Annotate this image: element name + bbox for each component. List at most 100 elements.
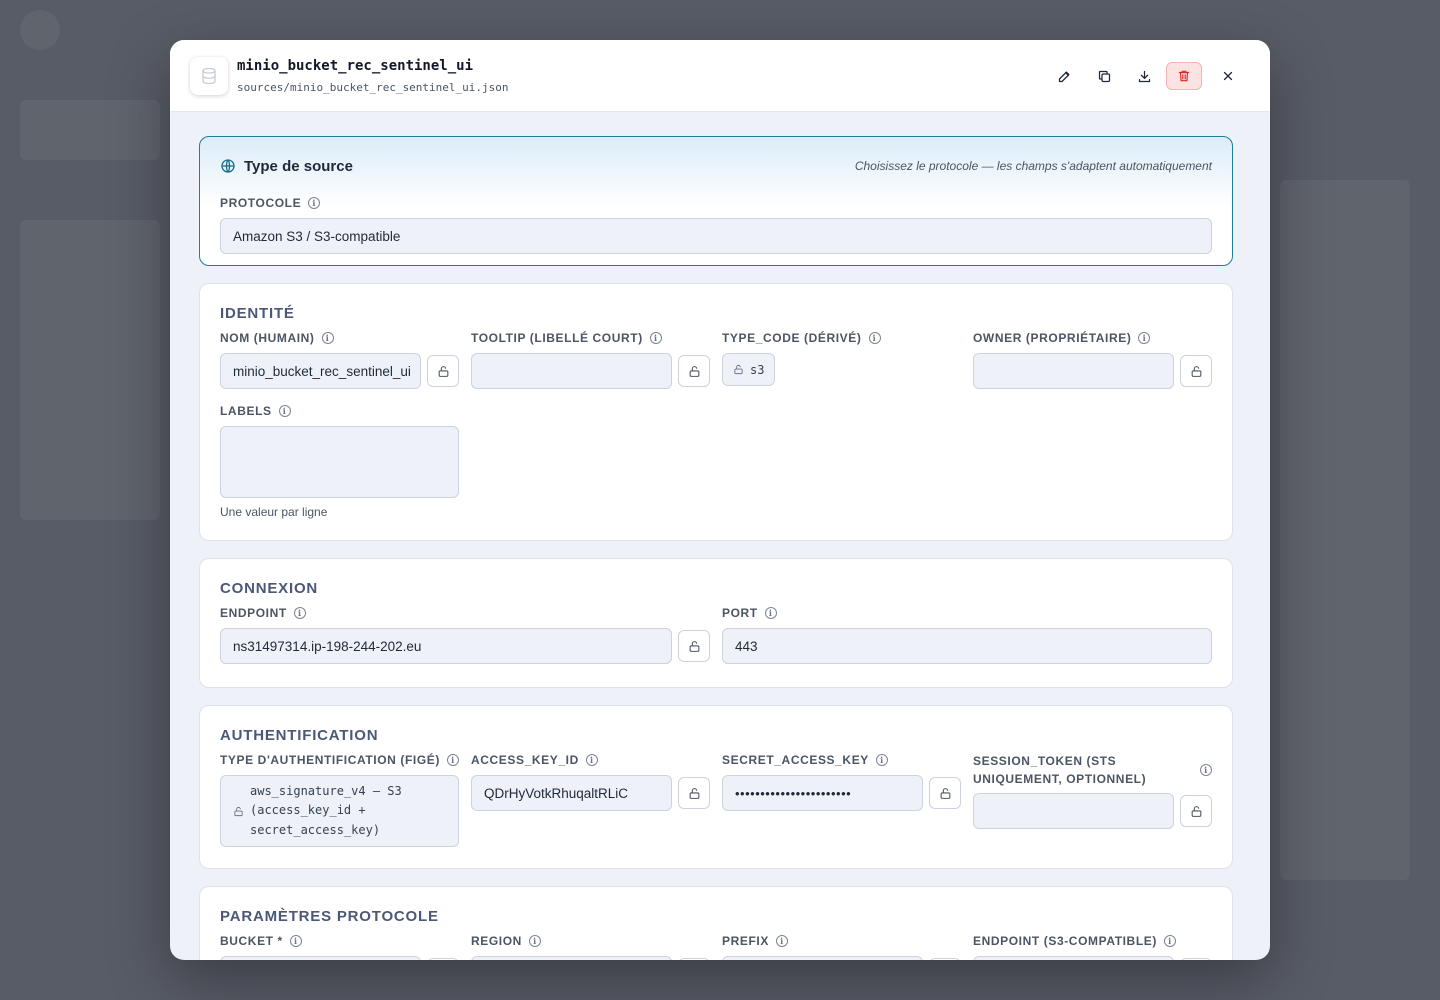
session-token-lock-button[interactable] — [1180, 795, 1212, 827]
info-icon[interactable]: i — [585, 754, 598, 766]
access-key-label: ACCESS_KEY_ID i — [471, 752, 710, 768]
secret-key-label: SECRET_ACCESS_KEY i — [722, 752, 961, 768]
labels-label: LABELS i — [220, 403, 1212, 419]
info-icon[interactable]: i — [1163, 935, 1176, 947]
info-icon[interactable]: i — [868, 332, 881, 344]
modal-body: Type de source Choisissez le protocole —… — [170, 112, 1270, 960]
edit-icon — [1058, 71, 1069, 82]
session-token-label-line: SESSION_TOKEN (STS — [973, 754, 1117, 768]
labels-textarea[interactable] — [220, 426, 459, 498]
type-code-chip: s3 — [722, 353, 776, 386]
name-label-text: NOM (HUMAIN) — [220, 331, 315, 345]
name-input[interactable]: minio_bucket_rec_sentinel_ui — [220, 353, 421, 389]
prefix-field-group: PREFIX i — [722, 933, 961, 960]
port-field-group: PORT i 443 — [722, 605, 1212, 664]
info-icon[interactable]: i — [1200, 764, 1212, 776]
secret-key-row: ••••••••••••••••••••••• — [722, 775, 961, 811]
delete-button[interactable] — [1166, 62, 1202, 90]
labels-label-text: LABELS — [220, 404, 272, 418]
type-code-value: s3 — [750, 362, 765, 377]
access-key-lock-button[interactable] — [678, 777, 710, 809]
type-code-field-group: TYPE_CODE (DÉRIVÉ) i s3 — [722, 330, 961, 389]
prefix-label-text: PREFIX — [722, 934, 769, 948]
copy-icon — [1098, 70, 1110, 82]
secret-key-label-text: SECRET_ACCESS_KEY — [722, 753, 869, 767]
info-icon[interactable]: i — [321, 332, 334, 344]
info-icon[interactable]: i — [278, 405, 291, 417]
info-icon[interactable]: i — [875, 754, 888, 766]
port-input[interactable]: 443 — [722, 628, 1212, 664]
modal-header: minio_bucket_rec_sentinel_ui sources/min… — [170, 40, 1270, 112]
region-label-text: REGION — [471, 934, 522, 948]
protocol-label: PROTOCOLE i — [220, 195, 1212, 211]
type-code-label: TYPE_CODE (DÉRIVÉ) i — [722, 330, 961, 346]
prefix-input[interactable] — [722, 956, 923, 960]
tooltip-row — [471, 353, 710, 389]
access-key-input[interactable]: QDrHyVotkRhuqaltRLiC — [471, 775, 672, 811]
owner-input[interactable] — [973, 353, 1174, 389]
protocol-params-card: PARAMÈTRES PROTOCOLE BUCKET * i REGION i P… — [199, 886, 1233, 960]
owner-lock-button[interactable] — [1180, 355, 1212, 387]
endpoint-lock-button[interactable] — [678, 630, 710, 662]
unlock-icon — [689, 365, 699, 377]
edit-button[interactable] — [1046, 62, 1082, 90]
session-token-label: SESSION_TOKEN (STS UNIQUEMENT, OPTIONNEL… — [973, 752, 1212, 788]
source-editor-modal: minio_bucket_rec_sentinel_ui sources/min… — [170, 40, 1270, 960]
authentication-title: AUTHENTIFICATION — [220, 727, 379, 744]
secret-key-lock-button[interactable] — [929, 777, 961, 809]
background-avatar — [20, 10, 60, 50]
s3-endpoint-label-text: ENDPOINT (S3-COMPATIBLE) — [973, 934, 1157, 948]
info-icon[interactable]: i — [764, 607, 777, 619]
region-input[interactable] — [471, 956, 672, 960]
unlock-icon — [689, 640, 699, 652]
protocol-params-title: PARAMÈTRES PROTOCOLE — [220, 908, 439, 925]
protocol-label-text: PROTOCOLE — [220, 196, 302, 210]
authentication-card: AUTHENTIFICATION TYPE D'AUTHENTIFICATION… — [199, 705, 1233, 869]
info-icon[interactable]: i — [649, 332, 662, 344]
type-code-label-text: TYPE_CODE (DÉRIVÉ) — [722, 331, 862, 345]
session-token-input[interactable] — [973, 793, 1174, 829]
secret-key-field-group: SECRET_ACCESS_KEY i •••••••••••••••••••••… — [722, 752, 961, 847]
name-lock-button[interactable] — [427, 355, 459, 387]
bucket-input[interactable] — [220, 956, 421, 960]
unlock-icon — [1191, 805, 1201, 817]
secret-key-input[interactable]: ••••••••••••••••••••••• — [722, 775, 923, 811]
bucket-lock-button[interactable] — [427, 958, 459, 960]
info-icon[interactable]: i — [293, 607, 306, 619]
info-icon[interactable]: i — [528, 935, 541, 947]
bucket-field-group: BUCKET * i — [220, 933, 459, 960]
auth-type-field-group: TYPE D'AUTHENTIFICATION (FIGÉ) i aws_sign… — [220, 752, 459, 847]
s3-endpoint-lock-button[interactable] — [1180, 958, 1212, 960]
tooltip-field-group: TOOLTIP (LIBELLÉ COURT) i — [471, 330, 710, 389]
s3-endpoint-row — [973, 956, 1212, 960]
info-icon[interactable]: i — [446, 754, 459, 766]
protocol-select[interactable]: Amazon S3 / S3-compatible — [220, 218, 1212, 254]
duplicate-button[interactable] — [1086, 62, 1122, 90]
info-icon[interactable]: i — [308, 197, 321, 209]
prefix-lock-button[interactable] — [929, 958, 961, 960]
source-type-hint: Choisissez le protocole — les champs s'a… — [854, 159, 1212, 173]
region-label: REGION i — [471, 933, 710, 949]
region-lock-button[interactable] — [678, 958, 710, 960]
download-button[interactable] — [1126, 62, 1162, 90]
owner-row — [973, 353, 1212, 389]
tooltip-input[interactable] — [471, 353, 672, 389]
unlock-icon — [940, 787, 950, 799]
endpoint-field-group: ENDPOINT i ns31497314.ip-198-244-202.eu — [220, 605, 710, 664]
info-icon[interactable]: i — [775, 935, 788, 947]
info-icon[interactable]: i — [1138, 332, 1151, 344]
s3-endpoint-input[interactable] — [973, 956, 1174, 960]
name-row: minio_bucket_rec_sentinel_ui — [220, 353, 459, 389]
connection-card: CONNEXION ENDPOINT i ns31497314.ip-198-24… — [199, 558, 1233, 688]
info-icon[interactable]: i — [289, 935, 302, 947]
background-panel — [20, 100, 160, 160]
auth-type-line: secret_access_key) — [250, 822, 381, 837]
close-button[interactable] — [1210, 62, 1246, 90]
tooltip-lock-button[interactable] — [678, 355, 710, 387]
access-key-row: QDrHyVotkRhuqaltRLiC — [471, 775, 710, 811]
unlock-icon — [438, 365, 448, 377]
endpoint-input[interactable]: ns31497314.ip-198-244-202.eu — [220, 628, 672, 664]
lock-icon — [234, 806, 243, 816]
prefix-row — [722, 956, 961, 960]
access-key-field-group: ACCESS_KEY_ID i QDrHyVotkRhuqaltRLiC — [471, 752, 710, 847]
